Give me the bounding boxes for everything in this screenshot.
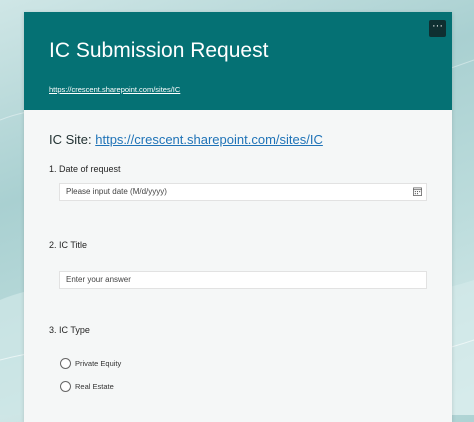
site-link[interactable]: https://crescent.sharepoint.com/sites/IC: [95, 132, 323, 147]
form-title: IC Submission Request: [49, 39, 269, 62]
question-1-label: 1. Date of request: [49, 164, 121, 174]
site-line: IC Site: https://crescent.sharepoint.com…: [49, 132, 323, 147]
site-label: IC Site:: [49, 132, 96, 147]
header-site-link[interactable]: https://crescent.sharepoint.com/sites/IC: [49, 85, 180, 94]
form-header: ··· IC Submission Request https://cresce…: [24, 12, 452, 110]
question-3-label: 3. IC Type: [49, 325, 90, 335]
radio-label: Private Equity: [75, 359, 122, 368]
more-options-button[interactable]: ···: [429, 20, 446, 37]
more-icon: ···: [432, 20, 443, 32]
radio-circle[interactable]: [60, 358, 71, 369]
date-input[interactable]: Please input date (M/d/yyyy): [59, 183, 427, 201]
radio-circle[interactable]: [60, 381, 71, 392]
radio-label: Real Estate: [75, 382, 114, 391]
question-2-label: 2. IC Title: [49, 240, 88, 250]
form-card: ··· IC Submission Request https://cresce…: [24, 12, 452, 422]
calendar-icon[interactable]: [413, 187, 422, 196]
ic-title-input[interactable]: Enter your answer: [59, 271, 427, 289]
ic-title-placeholder: Enter your answer: [66, 275, 131, 284]
date-input-placeholder: Please input date (M/d/yyyy): [66, 187, 167, 196]
